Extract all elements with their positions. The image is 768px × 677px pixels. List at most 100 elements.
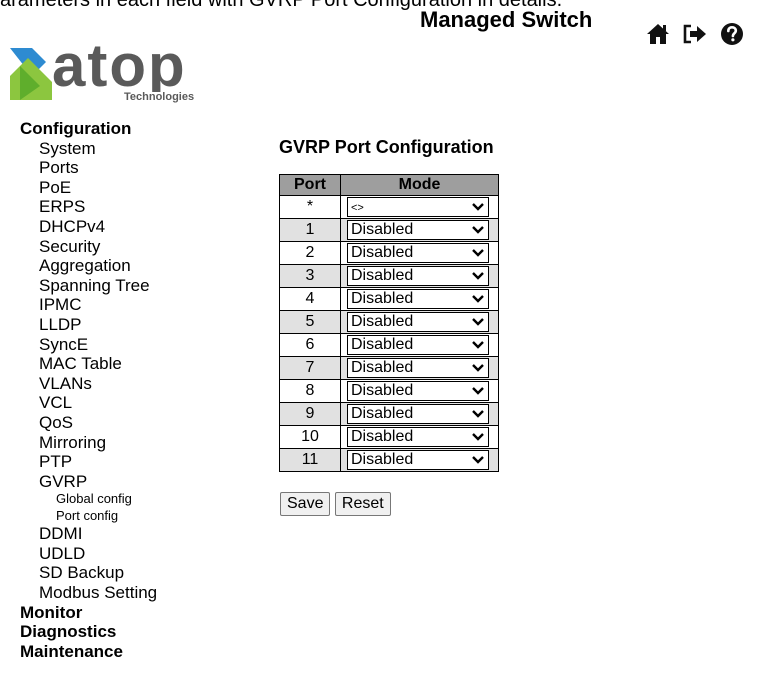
mode-cell: Disabled — [340, 402, 499, 426]
chevron-down-icon — [471, 430, 485, 444]
home-icon[interactable] — [645, 20, 671, 48]
mode-cell: Disabled — [340, 241, 499, 265]
mode-select-value: Disabled — [351, 290, 414, 307]
menu-item-spanning-tree[interactable]: Spanning Tree — [20, 276, 157, 297]
sidebar-menu: Configuration System Ports PoE ERPS DHCP… — [20, 120, 157, 662]
chevron-down-icon — [471, 453, 485, 467]
mode-cell: Disabled — [340, 264, 499, 288]
port-number-cell: 8 — [279, 379, 341, 403]
menu-diagnostics[interactable]: Diagnostics — [20, 623, 157, 643]
help-icon[interactable] — [719, 20, 745, 48]
mode-select-value: <> — [351, 202, 364, 214]
svg-text:Technologies: Technologies — [124, 91, 194, 103]
menu-item-dhcpv4[interactable]: DHCPv4 — [20, 218, 157, 238]
chevron-down-icon — [471, 292, 485, 306]
table-row: 10 Disabled — [279, 425, 499, 449]
port-number-cell: 6 — [279, 333, 341, 357]
menu-item-ddmi[interactable]: DDMI — [20, 525, 157, 545]
menu-monitor[interactable]: Monitor — [20, 603, 157, 624]
menu-item-aggregation[interactable]: Aggregation — [20, 257, 157, 277]
mode-select-value: Disabled — [351, 267, 414, 284]
menu-item-vcl[interactable]: VCL — [20, 394, 157, 414]
logout-icon[interactable] — [682, 20, 708, 48]
mode-cell: Disabled — [340, 379, 499, 403]
port-column-header: Port — [279, 174, 341, 196]
menu-item-poe[interactable]: PoE — [20, 178, 157, 199]
save-button[interactable]: Save — [280, 492, 331, 516]
menu-item-qos[interactable]: QoS — [20, 414, 157, 434]
mode-cell: <> — [340, 195, 499, 219]
mode-select[interactable]: Disabled — [347, 289, 489, 309]
menu-configuration[interactable]: Configuration — [20, 120, 157, 140]
menu-subitem-port-config[interactable]: Port config — [20, 508, 157, 526]
mode-select[interactable]: Disabled — [347, 266, 489, 286]
table-row: 4 Disabled — [279, 287, 499, 311]
mode-select-value: Disabled — [351, 405, 414, 422]
menu-item-ipmc[interactable]: IPMC — [20, 296, 157, 316]
chevron-down-icon — [471, 223, 485, 237]
form-buttons: Save Reset — [280, 492, 391, 516]
menu-item-udld[interactable]: UDLD — [20, 545, 157, 565]
port-number-cell: 5 — [279, 310, 341, 334]
reset-button[interactable]: Reset — [334, 492, 391, 516]
page-title: GVRP Port Configuration — [279, 137, 494, 157]
mode-select[interactable]: Disabled — [347, 312, 489, 332]
port-number-cell: * — [279, 195, 341, 219]
port-number-cell: 4 — [279, 287, 341, 311]
table-row: * <> — [279, 195, 499, 219]
mode-select[interactable]: <> — [347, 197, 489, 217]
mode-select[interactable]: Disabled — [347, 220, 489, 240]
menu-item-erps[interactable]: ERPS — [20, 198, 157, 218]
mode-select-value: Disabled — [351, 336, 414, 353]
mode-cell: Disabled — [340, 425, 499, 449]
mode-select-value: Disabled — [351, 451, 414, 468]
chevron-down-icon — [471, 407, 485, 421]
chevron-down-icon — [471, 315, 485, 329]
menu-item-system[interactable]: System — [20, 139, 157, 160]
port-number-cell: 3 — [279, 264, 341, 288]
mode-select[interactable]: Disabled — [347, 450, 489, 470]
menu-item-lldp[interactable]: LLDP — [20, 316, 157, 336]
menu-item-security[interactable]: Security — [20, 237, 157, 258]
mode-cell: Disabled — [340, 218, 499, 242]
mode-cell: Disabled — [340, 356, 499, 380]
table-row: 5 Disabled — [279, 310, 499, 334]
menu-maintenance[interactable]: Maintenance — [20, 643, 157, 663]
gvrp-port-table: Port Mode * <> 1 Disabled 2 Disabled 3 Disabled… — [279, 174, 499, 472]
chevron-down-icon — [471, 338, 485, 352]
mode-select[interactable]: Disabled — [347, 243, 489, 263]
mode-select-value: Disabled — [351, 244, 414, 261]
mode-select-value: Disabled — [351, 382, 414, 399]
mode-select[interactable]: Disabled — [347, 358, 489, 378]
menu-item-ports[interactable]: Ports — [20, 159, 157, 179]
menu-subitem-global-config[interactable]: Global config — [20, 492, 157, 509]
mode-cell: Disabled — [340, 448, 499, 472]
chevron-down-icon — [471, 384, 485, 398]
table-row: 1 Disabled — [279, 218, 499, 242]
menu-item-mirroring[interactable]: Mirroring — [20, 433, 157, 454]
mode-select[interactable]: Disabled — [347, 427, 489, 447]
table-row: 8 Disabled — [279, 379, 499, 403]
menu-item-sd-backup[interactable]: SD Backup — [20, 564, 157, 584]
mode-select[interactable]: Disabled — [347, 335, 489, 355]
menu-item-vlans[interactable]: VLANs — [20, 374, 157, 395]
mode-cell: Disabled — [340, 310, 499, 334]
menu-item-gvrp[interactable]: GVRP — [20, 472, 157, 493]
table-row: 2 Disabled — [279, 241, 499, 265]
port-number-cell: 9 — [279, 402, 341, 426]
port-number-cell: 10 — [279, 425, 341, 449]
mode-select[interactable]: Disabled — [347, 381, 489, 401]
chevron-down-icon — [471, 269, 485, 283]
menu-item-mac-table[interactable]: MAC Table — [20, 355, 157, 375]
mode-cell: Disabled — [340, 287, 499, 311]
mode-column-header: Mode — [340, 174, 499, 196]
table-row: 9 Disabled — [279, 402, 499, 426]
table-row: 6 Disabled — [279, 333, 499, 357]
menu-item-ptp[interactable]: PTP — [20, 453, 157, 473]
menu-item-synce[interactable]: SyncE — [20, 335, 157, 356]
port-number-cell: 2 — [279, 241, 341, 265]
mode-select[interactable]: Disabled — [347, 404, 489, 424]
mode-select-value: Disabled — [351, 359, 414, 376]
table-row: 11 Disabled — [279, 448, 499, 472]
menu-item-modbus-setting[interactable]: Modbus Setting — [20, 584, 157, 604]
